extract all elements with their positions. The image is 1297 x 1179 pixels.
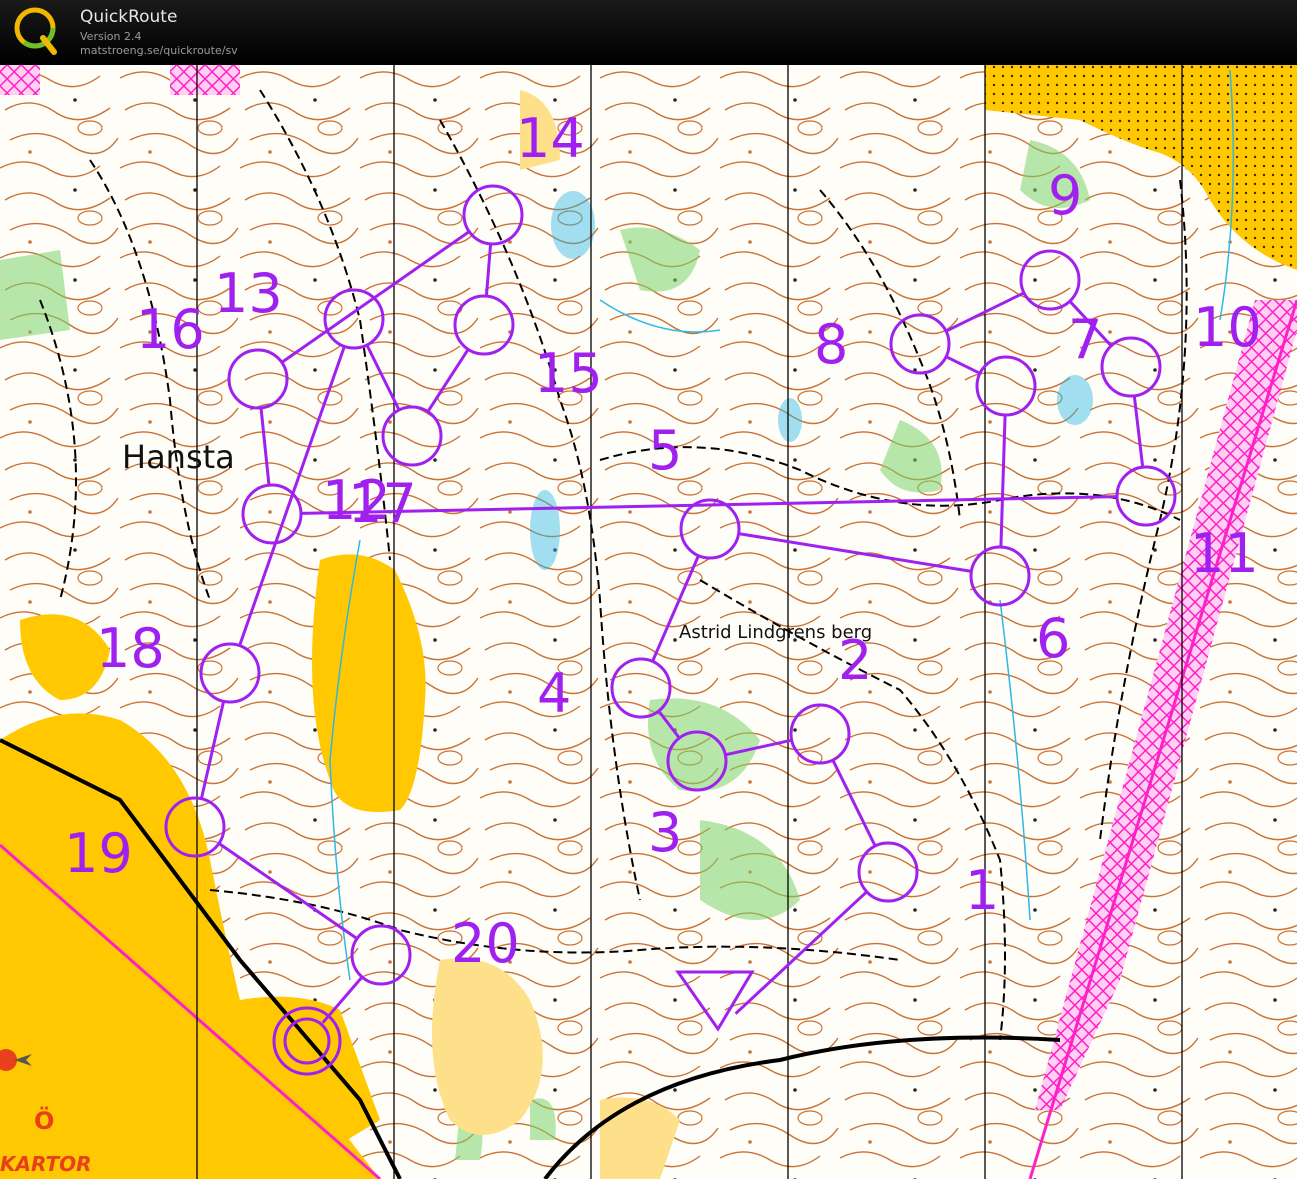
map-publisher-name: KARTOR (0, 1152, 92, 1176)
control-label-11: 11 (1190, 522, 1259, 585)
control-label-9: 9 (1048, 164, 1083, 227)
control-label-7: 7 (1068, 308, 1103, 371)
app-title: QuickRoute (80, 7, 178, 27)
control-label-19: 19 (64, 822, 133, 885)
title-bar: QuickRoute Version 2.4 matstroeng.se/qui… (0, 0, 1297, 65)
control-label-1: 1 (965, 859, 1000, 922)
app-version: Version 2.4 (80, 30, 142, 43)
control-label-20: 20 (451, 912, 520, 975)
place-name-hansta: Hansta (122, 438, 235, 476)
control-label-10: 10 (1193, 296, 1262, 359)
control-label-15: 15 (534, 342, 603, 405)
map-publisher-logo-icon (0, 1040, 40, 1080)
quickroute-window: QuickRoute Version 2.4 matstroeng.se/qui… (0, 0, 1297, 1179)
control-label-14: 14 (516, 107, 585, 170)
app-url[interactable]: matstroeng.se/quickroute/sv (80, 44, 238, 57)
control-label-16: 16 (136, 298, 205, 361)
control-label-17: 17 (348, 472, 417, 535)
quickroute-logo-icon (14, 6, 60, 56)
control-label-3: 3 (648, 801, 683, 864)
map-canvas (0, 65, 1297, 1179)
control-label-13: 13 (214, 262, 283, 325)
control-label-6: 6 (1036, 607, 1071, 670)
control-label-2: 2 (838, 629, 873, 692)
control-label-4: 4 (537, 662, 572, 725)
orienteering-map[interactable]: Hansta Astrid Lindgrens berg 1 2 3 4 5 6… (0, 65, 1297, 1179)
map-publisher-letter: Ö (34, 1107, 55, 1135)
control-label-8: 8 (814, 313, 849, 376)
control-label-18: 18 (96, 617, 165, 680)
control-label-5: 5 (648, 419, 683, 482)
